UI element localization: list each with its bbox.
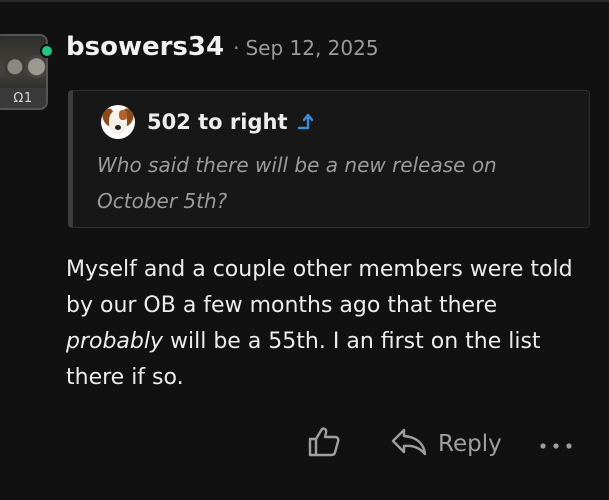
username-link[interactable]: bsowers34 bbox=[66, 32, 224, 62]
jump-to-post-icon[interactable] bbox=[296, 111, 318, 133]
meta-separator: · bbox=[233, 36, 240, 60]
reply-button[interactable]: Reply bbox=[390, 424, 502, 464]
quote-author[interactable]: 502 to right bbox=[147, 110, 288, 134]
avatar-image bbox=[0, 36, 46, 92]
ellipsis-icon bbox=[539, 435, 573, 454]
post-header: bsowers34 · Sep 12, 2025 bbox=[66, 32, 379, 62]
top-divider bbox=[0, 0, 609, 2]
reply-label: Reply bbox=[438, 431, 502, 457]
online-status-indicator bbox=[40, 44, 54, 58]
quote-block: 502 to right Who said there will be a ne… bbox=[68, 90, 590, 228]
post-body-emphasis: probably bbox=[66, 329, 164, 354]
more-options-button[interactable] bbox=[538, 424, 574, 464]
post-body-text: Myself and a couple other members were t… bbox=[66, 257, 573, 318]
like-button[interactable] bbox=[304, 424, 344, 464]
reply-arrow-icon bbox=[390, 427, 428, 461]
post-actions: Reply bbox=[0, 420, 609, 468]
post-date[interactable]: Sep 12, 2025 bbox=[245, 36, 378, 60]
thumbs-up-icon bbox=[306, 424, 342, 464]
quote-header: 502 to right bbox=[101, 105, 318, 139]
avatar-flair-badge: Ω1 bbox=[0, 88, 46, 108]
quote-text: Who said there will be a new release on … bbox=[97, 153, 497, 213]
dog-avatar-icon[interactable] bbox=[101, 105, 135, 139]
post-body: Myself and a couple other members were t… bbox=[66, 252, 596, 396]
